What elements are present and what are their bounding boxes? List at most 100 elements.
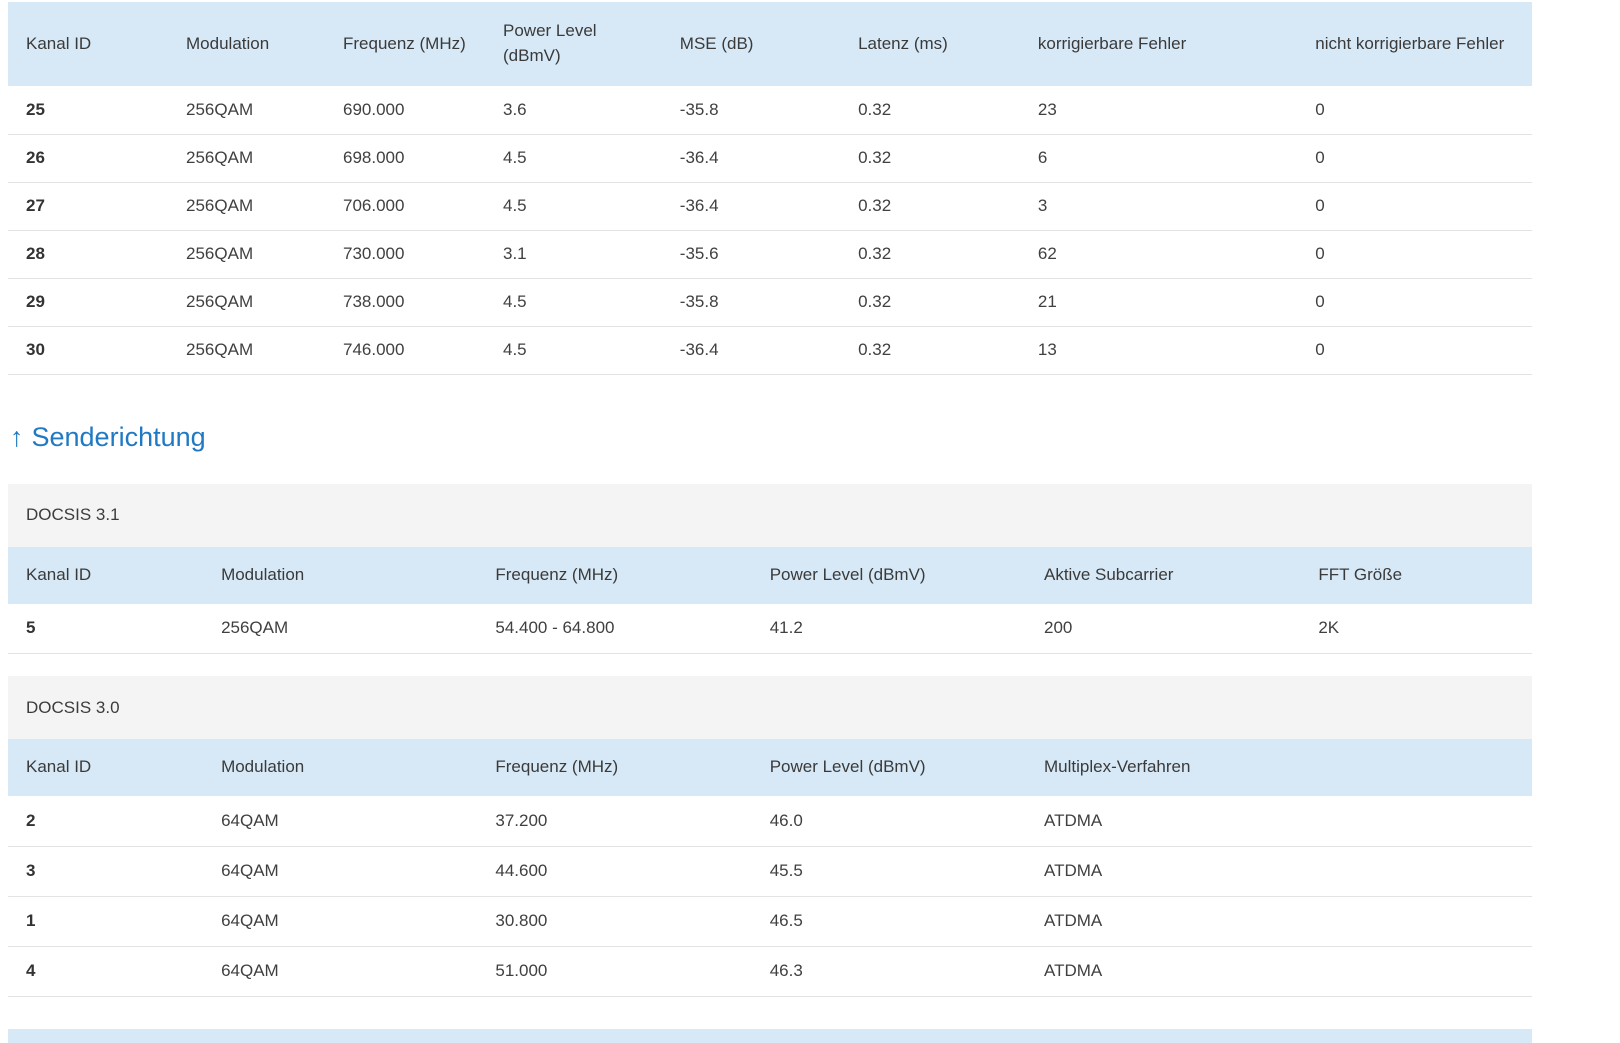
table-row: 364QAM44.60045.5ATDMA [8, 846, 1532, 896]
data-cell: 62 [1020, 230, 1297, 278]
column-header: Frequenz (MHz) [477, 739, 751, 796]
table-row: 164QAM30.80046.5ATDMA [8, 896, 1532, 946]
data-cell: 0.32 [840, 230, 1020, 278]
table-row: 30256QAM746.0004.5-36.40.32130 [8, 326, 1532, 374]
channel-id-cell: 25 [8, 86, 168, 134]
docsis-31-table: Kanal IDModulationFrequenz (MHz)Power Le… [8, 547, 1532, 655]
column-header: FFT Größe [1300, 547, 1532, 604]
column-header: Power Level (dBmV) [752, 739, 1026, 796]
data-cell: 0.32 [840, 134, 1020, 182]
data-cell: 0 [1297, 134, 1532, 182]
data-cell: 46.5 [752, 896, 1026, 946]
data-cell: 256QAM [168, 86, 325, 134]
data-cell: 0.32 [840, 278, 1020, 326]
channel-id-cell: 2 [8, 796, 203, 846]
data-cell: 0.32 [840, 182, 1020, 230]
data-cell: 738.000 [325, 278, 485, 326]
channel-id-cell: 26 [8, 134, 168, 182]
data-cell: -35.8 [662, 86, 840, 134]
channel-id-cell: 27 [8, 182, 168, 230]
data-cell: 64QAM [203, 846, 477, 896]
data-cell: 45.5 [752, 846, 1026, 896]
data-cell: 30.800 [477, 896, 751, 946]
data-cell: 746.000 [325, 326, 485, 374]
column-header: MSE (dB) [662, 2, 840, 86]
data-cell: ATDMA [1026, 946, 1532, 996]
table-row: 5256QAM54.400 - 64.80041.22002K [8, 604, 1532, 654]
data-cell: 64QAM [203, 896, 477, 946]
column-header: Modulation [168, 2, 325, 86]
channel-id-cell: 5 [8, 604, 203, 654]
channel-id-cell: 28 [8, 230, 168, 278]
data-cell: 256QAM [168, 230, 325, 278]
data-cell: 256QAM [168, 182, 325, 230]
next-table-header-cutoff [8, 1029, 1532, 1043]
table-header-row: Kanal IDModulationFrequenz (MHz)Power Le… [8, 739, 1532, 796]
up-arrow-icon: ↑ [10, 422, 24, 452]
data-cell: 4.5 [485, 182, 662, 230]
channel-id-cell: 3 [8, 846, 203, 896]
column-header: korrigierbare Fehler [1020, 2, 1297, 86]
data-cell: 3 [1020, 182, 1297, 230]
data-cell: 256QAM [168, 278, 325, 326]
data-cell: 3.1 [485, 230, 662, 278]
column-header: Latenz (ms) [840, 2, 1020, 86]
data-cell: -35.6 [662, 230, 840, 278]
column-header: Multiplex-Verfahren [1026, 739, 1532, 796]
data-cell: 46.3 [752, 946, 1026, 996]
column-header: Frequenz (MHz) [477, 547, 751, 604]
data-cell: 37.200 [477, 796, 751, 846]
data-cell: 44.600 [477, 846, 751, 896]
data-cell: 0 [1297, 230, 1532, 278]
table-row: 25256QAM690.0003.6-35.80.32230 [8, 86, 1532, 134]
data-cell: 730.000 [325, 230, 485, 278]
data-cell: 256QAM [203, 604, 477, 654]
page-content: Kanal IDModulationFrequenz (MHz)Power Le… [8, 2, 1532, 1043]
table-row: 27256QAM706.0004.5-36.40.3230 [8, 182, 1532, 230]
docsis-30-card: DOCSIS 3.0 Kanal IDModulationFrequenz (M… [8, 676, 1532, 997]
data-cell: 0 [1297, 326, 1532, 374]
data-cell: 3.6 [485, 86, 662, 134]
docsis-30-table: Kanal IDModulationFrequenz (MHz)Power Le… [8, 739, 1532, 997]
data-cell: 0.32 [840, 86, 1020, 134]
data-cell: 21 [1020, 278, 1297, 326]
table-row: 28256QAM730.0003.1-35.60.32620 [8, 230, 1532, 278]
data-cell: 54.400 - 64.800 [477, 604, 751, 654]
table-row: 264QAM37.20046.0ATDMA [8, 796, 1532, 846]
column-header: Kanal ID [8, 2, 168, 86]
table-header-row: Kanal IDModulationFrequenz (MHz)Power Le… [8, 547, 1532, 604]
data-cell: 256QAM [168, 326, 325, 374]
data-cell: 698.000 [325, 134, 485, 182]
table-row: 464QAM51.00046.3ATDMA [8, 946, 1532, 996]
upstream-section-heading: ↑ Senderichtung [10, 421, 1532, 453]
data-cell: 200 [1026, 604, 1300, 654]
table-header-row: Kanal IDModulationFrequenz (MHz)Power Le… [8, 2, 1532, 86]
data-cell: -36.4 [662, 182, 840, 230]
data-cell: 13 [1020, 326, 1297, 374]
column-header: Power Level (dBmV) [752, 547, 1026, 604]
docsis-30-label: DOCSIS 3.0 [8, 676, 1532, 739]
data-cell: 256QAM [168, 134, 325, 182]
data-cell: -36.4 [662, 326, 840, 374]
data-cell: -36.4 [662, 134, 840, 182]
column-header: Power Level (dBmV) [485, 2, 662, 86]
data-cell: ATDMA [1026, 796, 1532, 846]
upstream-section-heading-label: Senderichtung [32, 422, 206, 452]
data-cell: ATDMA [1026, 896, 1532, 946]
data-cell: ATDMA [1026, 846, 1532, 896]
data-cell: 4.5 [485, 278, 662, 326]
data-cell: 64QAM [203, 946, 477, 996]
data-cell: 0 [1297, 86, 1532, 134]
data-cell: 41.2 [752, 604, 1026, 654]
data-cell: 4.5 [485, 134, 662, 182]
data-cell: 4.5 [485, 326, 662, 374]
data-cell: 64QAM [203, 796, 477, 846]
data-cell: 0 [1297, 182, 1532, 230]
column-header: Aktive Subcarrier [1026, 547, 1300, 604]
data-cell: 0 [1297, 278, 1532, 326]
channel-id-cell: 1 [8, 896, 203, 946]
table-row: 29256QAM738.0004.5-35.80.32210 [8, 278, 1532, 326]
downstream-channels-table: Kanal IDModulationFrequenz (MHz)Power Le… [8, 2, 1532, 375]
column-header: Modulation [203, 739, 477, 796]
data-cell: -35.8 [662, 278, 840, 326]
